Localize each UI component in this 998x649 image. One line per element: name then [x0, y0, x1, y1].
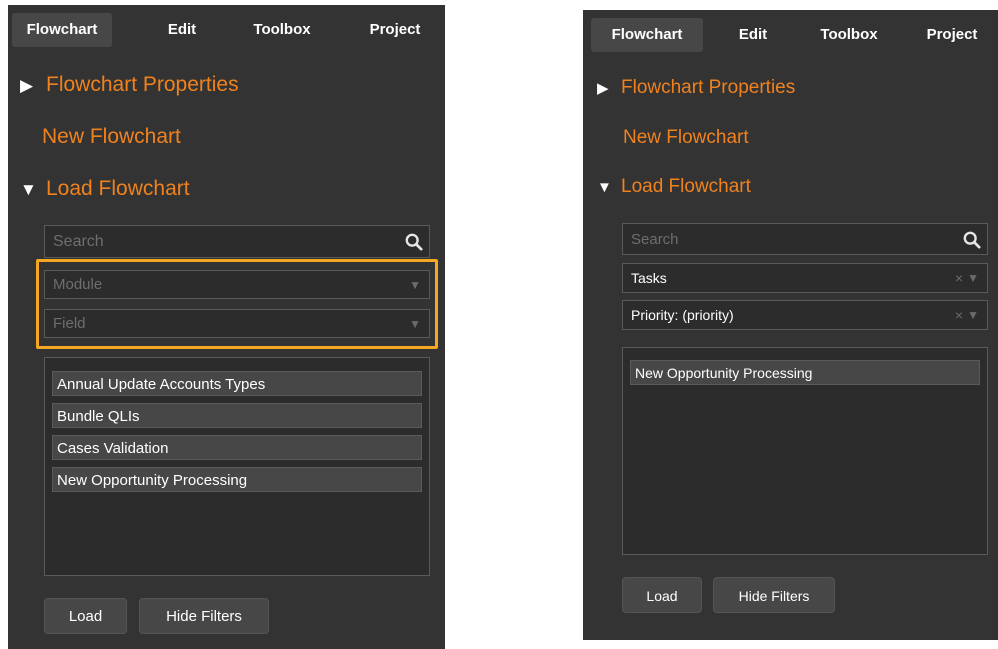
clear-icon[interactable]: × [955, 301, 963, 329]
tab-bar: Flowchart Edit Toolbox Project [587, 18, 994, 52]
tab-flowchart[interactable]: Flowchart [591, 18, 703, 52]
flowchart-properties-toggle[interactable]: ▶ Flowchart Properties [597, 77, 795, 99]
section-label: Flowchart Properties [621, 77, 796, 98]
tab-project[interactable]: Project [909, 18, 995, 52]
section-label: Load Flowchart [621, 176, 751, 197]
new-flowchart-link[interactable]: New Flowchart [42, 125, 181, 149]
list-item[interactable]: New Opportunity Processing [630, 360, 980, 385]
new-flowchart-link[interactable]: New Flowchart [623, 127, 749, 149]
flowchart-list: Annual Update Accounts Types Bundle QLIs… [44, 357, 430, 576]
collapse-arrow-icon: ▼ [597, 179, 612, 196]
list-item[interactable]: New Opportunity Processing [52, 467, 422, 492]
tab-toolbox[interactable]: Toolbox [237, 13, 327, 47]
search-icon[interactable] [963, 231, 981, 249]
tab-project[interactable]: Project [350, 13, 440, 47]
list-item[interactable]: Bundle QLIs [52, 403, 422, 428]
flowchart-list: New Opportunity Processing [622, 347, 988, 555]
module-select-value: Tasks [631, 270, 667, 286]
list-item[interactable]: Annual Update Accounts Types [52, 371, 422, 396]
expand-arrow-icon: ▶ [597, 80, 609, 97]
load-button[interactable]: Load [44, 598, 127, 634]
search-icon[interactable] [405, 233, 423, 251]
search-input[interactable] [45, 226, 429, 257]
tab-edit[interactable]: Edit [142, 13, 222, 47]
tab-flowchart[interactable]: Flowchart [12, 13, 112, 47]
field-select-value: Priority: (priority) [631, 307, 734, 323]
clear-icon[interactable]: × [955, 264, 963, 292]
expand-arrow-icon: ▶ [20, 76, 34, 95]
flowchart-properties-toggle[interactable]: ▶ Flowchart Properties [20, 73, 239, 97]
flowchart-panel-after: Flowchart Edit Toolbox Project ▶ Flowchar… [583, 10, 998, 640]
hide-filters-button[interactable]: Hide Filters [713, 577, 835, 613]
section-label: Flowchart Properties [46, 73, 239, 96]
load-flowchart-toggle[interactable]: ▼ Load Flowchart [597, 176, 751, 198]
collapse-arrow-icon: ▼ [20, 180, 37, 199]
field-select[interactable]: Priority: (priority) × ▼ [622, 300, 988, 330]
search-box [622, 223, 988, 255]
flowchart-panel-before: Flowchart Edit Toolbox Project ▶ Flowchar… [8, 5, 445, 649]
section-label: Load Flowchart [46, 177, 190, 200]
hide-filters-button[interactable]: Hide Filters [139, 598, 269, 634]
tab-bar: Flowchart Edit Toolbox Project [12, 13, 441, 47]
load-flowchart-toggle[interactable]: ▼ Load Flowchart [20, 177, 190, 201]
chevron-down-icon: ▼ [967, 308, 979, 322]
filter-highlight-box [36, 259, 438, 349]
tab-edit[interactable]: Edit [713, 18, 793, 52]
chevron-down-icon: ▼ [967, 271, 979, 285]
list-item[interactable]: Cases Validation [52, 435, 422, 460]
search-box [44, 225, 430, 258]
tab-toolbox[interactable]: Toolbox [801, 18, 897, 52]
module-select[interactable]: Tasks × ▼ [622, 263, 988, 293]
search-input[interactable] [623, 224, 987, 254]
load-button[interactable]: Load [622, 577, 702, 613]
